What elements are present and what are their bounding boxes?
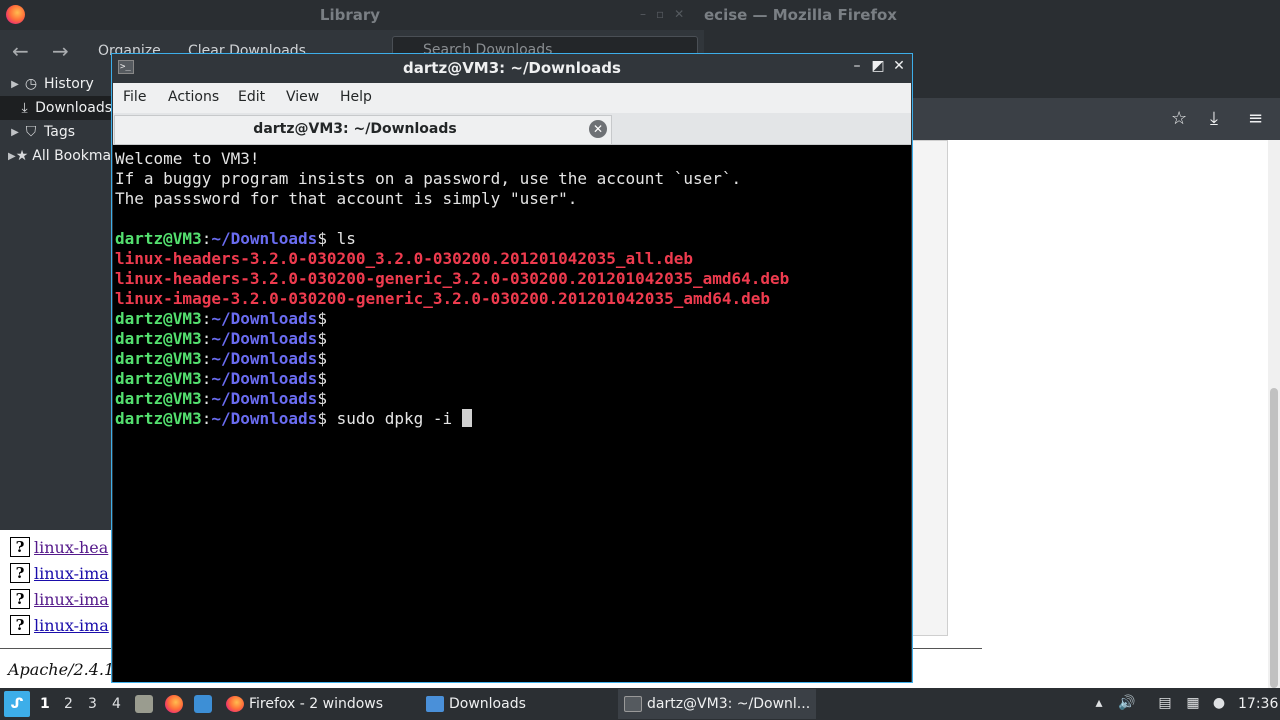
- task-firefox[interactable]: Firefox - 2 windows: [220, 689, 416, 719]
- terminal-tab[interactable]: dartz@VM3: ~/Downloads ✕: [114, 115, 612, 144]
- scrollbar-thumb[interactable]: [1270, 388, 1278, 688]
- desktop-2[interactable]: 2: [64, 696, 73, 712]
- menu-edit[interactable]: Edit: [238, 89, 265, 105]
- tag-icon: ⛉: [25, 124, 37, 140]
- file-manager-launcher-icon[interactable]: [135, 695, 153, 713]
- task-label: Firefox - 2 windows: [249, 696, 384, 712]
- prompt-line: dartz@VM3:~/Downloads$: [115, 369, 327, 388]
- prompt-line: dartz@VM3:~/Downloads$: [115, 329, 327, 348]
- minimize-icon[interactable]: –: [849, 58, 865, 74]
- command-text: ls: [326, 229, 356, 248]
- prompt-path: ~/Downloads: [211, 229, 318, 248]
- star-icon[interactable]: ☆: [1171, 108, 1187, 129]
- task-label: dartz@VM3: ~/Downl...: [647, 696, 811, 712]
- terminal-tabbar: dartz@VM3: ~/Downloads ✕: [113, 113, 911, 145]
- tree-item-label: Downloads: [35, 100, 112, 116]
- menu-icon[interactable]: ≡: [1248, 108, 1263, 129]
- clock[interactable]: 17:36: [1238, 696, 1278, 712]
- tree-item-history[interactable]: ▶ ◷ History: [0, 72, 112, 96]
- firefox-icon: [226, 696, 244, 712]
- file-link[interactable]: linux-hea: [34, 538, 108, 557]
- list-item: ? linux-ima: [10, 614, 109, 636]
- desktop-4[interactable]: 4: [112, 696, 121, 712]
- volume-icon[interactable]: 🔊: [1118, 695, 1136, 713]
- prompt-line: dartz@VM3:~/Downloads$: [115, 389, 327, 408]
- server-footer: Apache/2.4.1: [8, 660, 115, 679]
- unknown-file-icon: ?: [10, 537, 30, 557]
- terminal-icon: [624, 696, 642, 712]
- desktop-1[interactable]: 1: [40, 696, 50, 712]
- close-icon[interactable]: ✕: [891, 58, 907, 74]
- terminal-line: If a buggy program insists on a password…: [115, 169, 742, 188]
- chevron-right-icon[interactable]: ▶: [8, 151, 16, 162]
- list-item: ? linux-ima: [10, 588, 109, 610]
- terminal-titlebar[interactable]: >_ dartz@VM3: ~/Downloads – ◩ ✕: [112, 54, 912, 82]
- terminal-window: >_ dartz@VM3: ~/Downloads – ◩ ✕ File Act…: [111, 53, 913, 683]
- terminal-tab-label: dartz@VM3: ~/Downloads: [253, 121, 457, 137]
- firefox-window-title: ecise — Mozilla Firefox: [704, 6, 897, 24]
- file-entry: linux-headers-3.2.0-030200-generic_3.2.0…: [115, 269, 790, 288]
- back-arrow-icon[interactable]: ←: [12, 39, 29, 63]
- network-icon[interactable]: ▦: [1184, 695, 1202, 713]
- menu-view[interactable]: View: [286, 89, 319, 105]
- unknown-file-icon: ?: [10, 589, 30, 609]
- terminal-window-title: dartz@VM3: ~/Downloads: [403, 59, 621, 77]
- unknown-file-icon: ?: [10, 615, 30, 635]
- firefox-launcher-icon[interactable]: [165, 695, 183, 713]
- prompt-user: dartz@VM3: [115, 229, 202, 248]
- clock-icon: ◷: [24, 76, 38, 92]
- prompt-line: dartz@VM3:~/Downloads$: [115, 349, 327, 368]
- terminal-line: The passsword for that account is simply…: [115, 189, 578, 208]
- list-item: ? linux-hea: [10, 536, 108, 558]
- download-icon: ⤓: [21, 100, 28, 116]
- download-icon[interactable]: ⤓: [1210, 108, 1218, 129]
- menu-help[interactable]: Help: [340, 89, 372, 105]
- task-downloads[interactable]: Downloads: [420, 689, 616, 719]
- firefox-side-frame: [912, 140, 948, 636]
- tree-item-label: All Bookmarks: [32, 148, 112, 164]
- file-link[interactable]: linux-ima: [34, 564, 109, 583]
- clipboard-icon[interactable]: ▤: [1156, 695, 1174, 713]
- tray-arrow-icon[interactable]: ▴: [1090, 695, 1108, 713]
- task-terminal[interactable]: dartz@VM3: ~/Downl...: [618, 689, 816, 719]
- menu-actions[interactable]: Actions: [168, 89, 219, 105]
- active-prompt-line[interactable]: dartz@VM3:~/Downloads$ sudo dpkg -i: [115, 409, 911, 429]
- file-link[interactable]: linux-ima: [34, 590, 109, 609]
- star-icon: ★: [15, 148, 29, 164]
- title-bar: Library –▫✕ ecise — Mozilla Firefox: [0, 0, 1280, 30]
- terminal-menubar: File Actions Edit View Help: [113, 83, 911, 113]
- text-cursor: [461, 409, 472, 427]
- tree-item-all-bookmarks[interactable]: ▶ ★ All Bookmarks: [0, 144, 112, 168]
- taskbar: ᔑ 1 2 3 4 Firefox - 2 windows Downloads …: [0, 688, 1280, 720]
- chevron-right-icon[interactable]: ▶: [8, 127, 22, 138]
- library-window-title: Library: [319, 6, 381, 24]
- tab-close-icon[interactable]: ✕: [589, 120, 607, 138]
- prompt-line: dartz@VM3:~/Downloads$: [115, 309, 327, 328]
- forward-arrow-icon[interactable]: →: [52, 39, 69, 63]
- update-icon[interactable]: ●: [1210, 695, 1228, 713]
- maximize-icon[interactable]: ◩: [870, 58, 886, 74]
- file-link[interactable]: linux-ima: [34, 616, 109, 635]
- desktop-3[interactable]: 3: [88, 696, 97, 712]
- task-label: Downloads: [449, 696, 526, 712]
- list-item: ? linux-ima: [10, 562, 109, 584]
- chevron-right-icon[interactable]: ▶: [8, 79, 22, 90]
- terminal-output[interactable]: Welcome to VM3! If a buggy program insist…: [113, 145, 911, 682]
- menu-file[interactable]: File: [123, 89, 146, 105]
- library-window-controls[interactable]: –▫✕: [640, 7, 694, 21]
- tree-item-tags[interactable]: ▶ ⛉ Tags: [0, 120, 112, 144]
- tree-item-label: Tags: [44, 124, 75, 140]
- tree-item-label: History: [44, 76, 94, 92]
- terminal-line: Welcome to VM3!: [115, 149, 260, 168]
- prompt-line: dartz@VM3:~/Downloads$ ls: [115, 229, 356, 248]
- start-menu-icon[interactable]: ᔑ: [4, 691, 30, 717]
- show-desktop-icon[interactable]: [194, 695, 212, 713]
- file-entry: linux-image-3.2.0-030200-generic_3.2.0-0…: [115, 289, 771, 308]
- current-command: sudo dpkg -i: [326, 409, 462, 428]
- file-entry: linux-headers-3.2.0-030200_3.2.0-030200.…: [115, 249, 693, 268]
- folder-icon: [426, 696, 444, 712]
- tree-item-downloads[interactable]: ⤓ Downloads: [0, 96, 112, 120]
- unknown-file-icon: ?: [10, 563, 30, 583]
